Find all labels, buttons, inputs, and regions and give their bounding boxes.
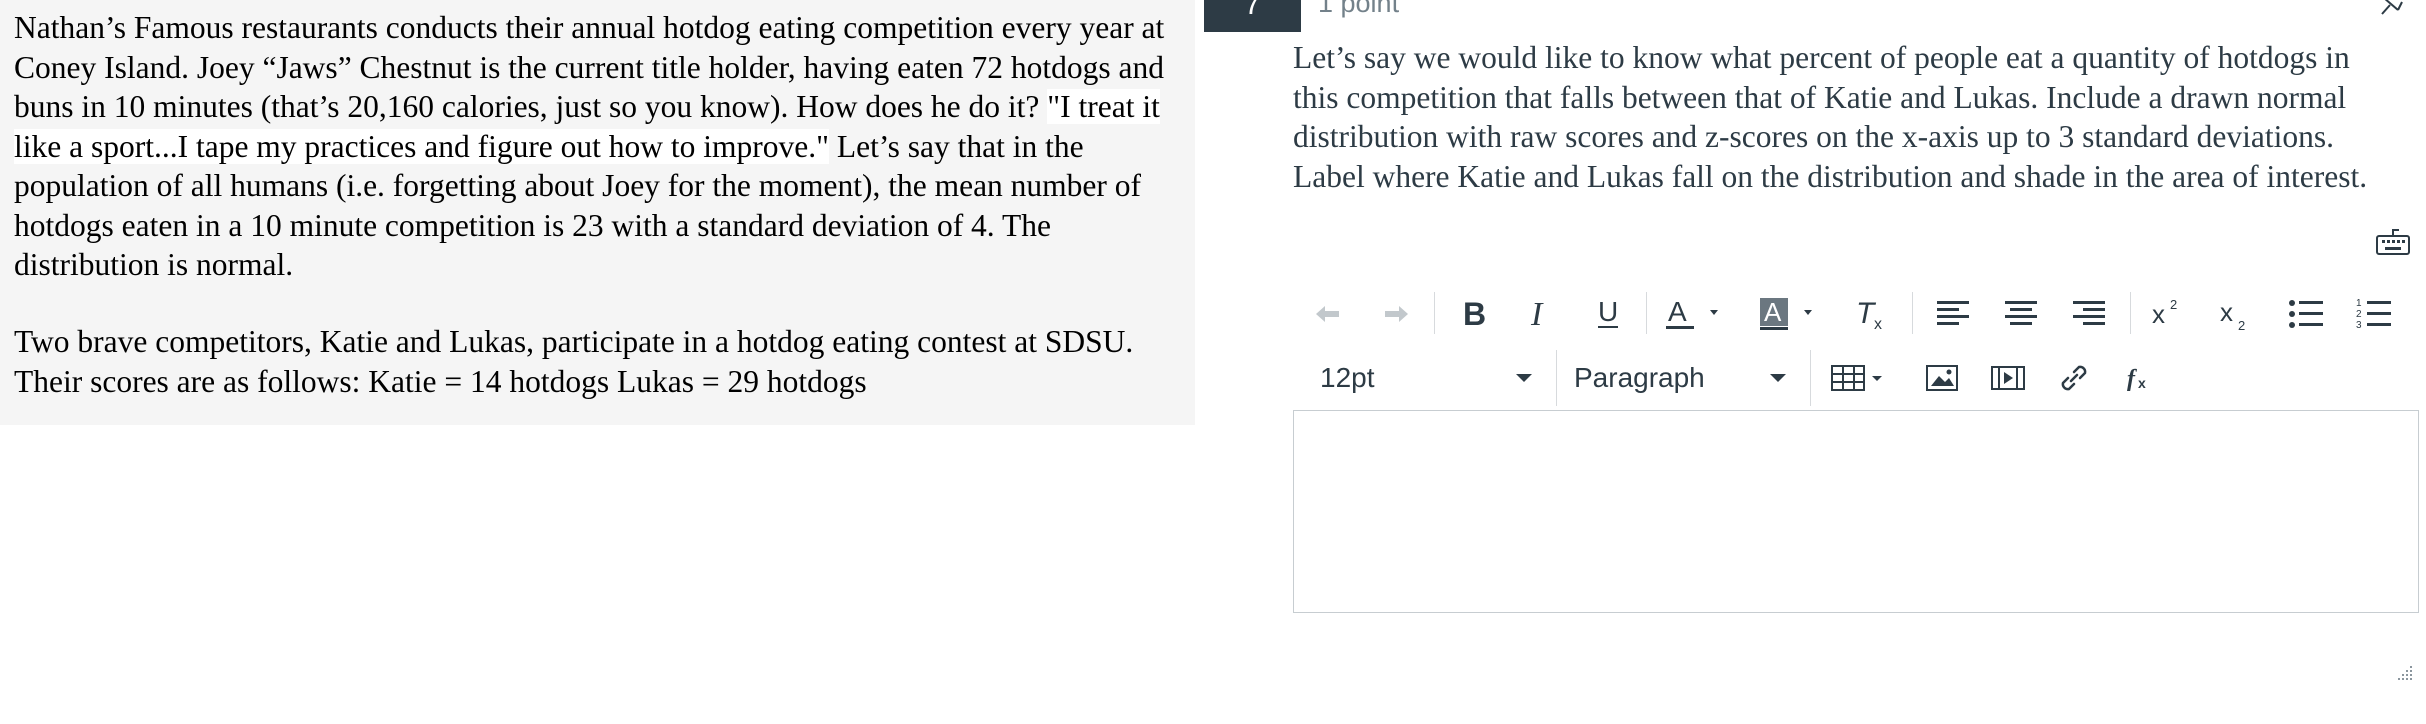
answer-editor[interactable] [1293, 410, 2419, 613]
svg-text:B: B [1463, 298, 1486, 330]
chevron-down-icon [1516, 374, 1532, 382]
numbered-list-icon[interactable]: 123 [2352, 294, 2396, 334]
bold-icon[interactable]: B [1456, 294, 1492, 334]
italic-icon[interactable]: I [1522, 294, 1558, 334]
block-format-select[interactable]: Paragraph [1574, 358, 1794, 398]
align-left-icon[interactable] [1934, 294, 1974, 334]
resize-handle-icon[interactable] [2394, 662, 2414, 682]
font-size-value: 12pt [1320, 362, 1375, 393]
subscript-icon[interactable]: x2 [2214, 294, 2258, 334]
svg-text:1: 1 [2356, 298, 2362, 309]
question-text: Let’s say we would like to know what per… [1293, 40, 2368, 194]
image-icon[interactable] [1922, 358, 1962, 398]
svg-text:x: x [2152, 299, 2165, 329]
passage-text: Nathan’s Famous restaurants conducts the… [14, 10, 1165, 124]
font-size-select[interactable]: 12pt [1320, 358, 1550, 398]
svg-text:2: 2 [2170, 297, 2177, 312]
toolbar-separator [2130, 292, 2131, 334]
undo-icon[interactable] [1310, 296, 1346, 332]
clear-formatting-icon[interactable]: Tx [1852, 294, 1892, 334]
svg-text:x: x [1874, 316, 1882, 332]
superscript-icon[interactable]: x2 [2146, 294, 2190, 334]
toolbar-separator [1434, 292, 1435, 334]
svg-text:2: 2 [2238, 318, 2245, 331]
background-color-icon[interactable]: A [1756, 294, 1822, 334]
svg-text:A: A [1764, 297, 1782, 327]
toolbar-separator [1646, 292, 1647, 334]
media-icon[interactable] [1988, 358, 2028, 398]
svg-text:A: A [1668, 296, 1687, 327]
svg-text:x: x [2220, 297, 2233, 327]
chevron-down-icon [1770, 374, 1786, 382]
svg-text:3: 3 [2356, 320, 2362, 331]
block-format-value: Paragraph [1574, 362, 1705, 393]
bullet-list-icon[interactable] [2284, 294, 2328, 334]
toolbar-separator [1810, 350, 1811, 406]
redo-icon[interactable] [1378, 296, 1414, 332]
align-center-icon[interactable] [2002, 294, 2042, 334]
toolbar-separator [1912, 292, 1913, 334]
toolbar-separator [1556, 350, 1557, 406]
table-icon[interactable] [1830, 358, 1890, 398]
svg-text:I: I [1530, 298, 1544, 330]
text-color-icon[interactable]: A [1662, 294, 1728, 334]
svg-text:U: U [1598, 297, 1618, 327]
question-points: 1 point [1318, 0, 1400, 18]
link-icon[interactable] [2054, 358, 2094, 398]
equation-icon[interactable]: fx [2120, 358, 2160, 398]
align-right-icon[interactable] [2070, 294, 2110, 334]
question-number-badge: 7 [1204, 0, 1301, 32]
passage-panel: Nathan’s Famous restaurants conducts the… [0, 0, 1195, 425]
passage-paragraph-2: Two brave competitors, Katie and Lukas, … [14, 324, 1134, 399]
svg-text:2: 2 [2356, 309, 2362, 320]
svg-text:f: f [2127, 366, 2137, 392]
passage-paragraph-1: Nathan’s Famous restaurants conducts the… [14, 8, 1174, 285]
svg-text:x: x [2138, 375, 2146, 391]
keyboard-icon[interactable] [2375, 226, 2411, 256]
underline-icon[interactable]: U [1590, 294, 1626, 334]
flag-question-pin-icon[interactable] [2376, 0, 2406, 16]
